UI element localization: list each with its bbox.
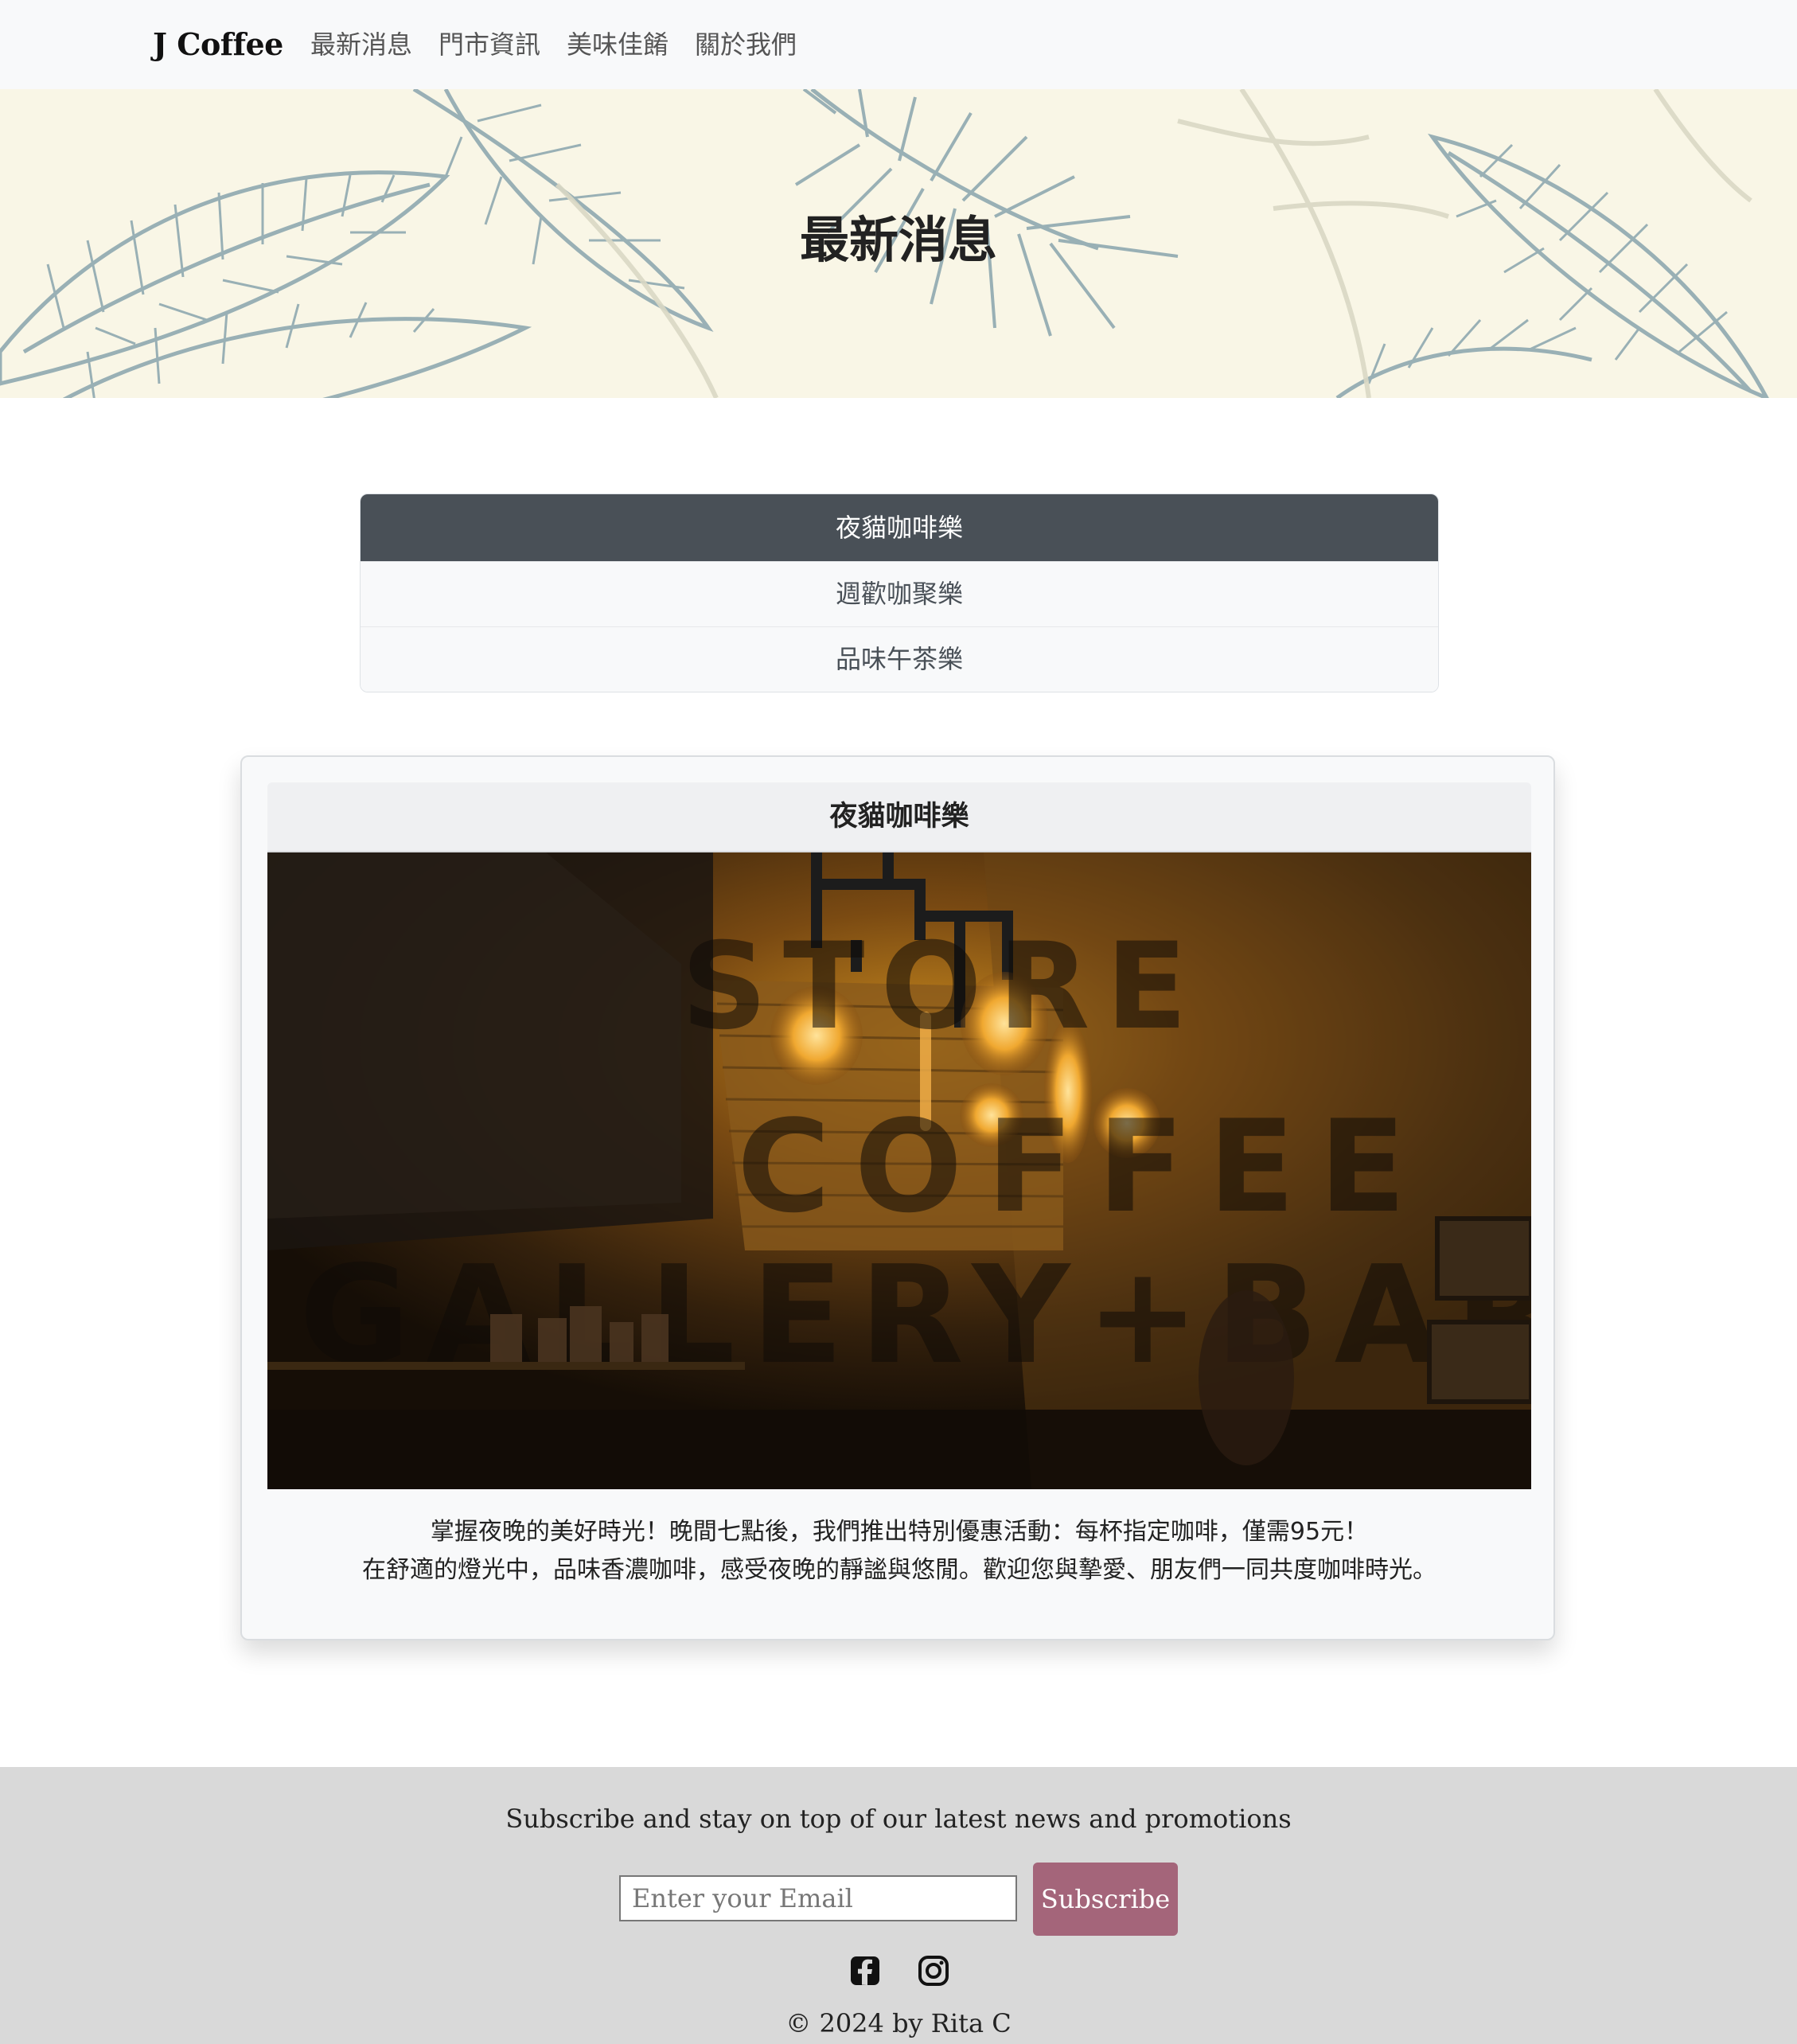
tab-afternoon-tea[interactable]: 品味午茶樂 — [361, 626, 1438, 692]
top-navbar: J Coffee 最新消息 門市資訊 美味佳餚 關於我們 — [0, 0, 1797, 89]
svg-text:COFFEE: COFFEE — [737, 1092, 1430, 1241]
news-tab-list: 夜貓咖啡樂 週歡咖聚樂 品味午茶樂 — [360, 493, 1439, 692]
card-title: 夜貓咖啡樂 — [267, 782, 1531, 852]
card-text-line-2: 在舒適的燈光中，品味香濃咖啡，感受夜晚的靜謐與悠閒。歡迎您與摯愛、朋友們一同共度… — [362, 1556, 1436, 1584]
tab-weekend-coffee-gathering[interactable]: 週歡咖聚樂 — [361, 561, 1438, 626]
site-footer: Subscribe and stay on top of our latest … — [0, 1767, 1797, 2044]
copyright-text: © 2024 by Rita C — [785, 2008, 1012, 2038]
tab-night-owl-coffee[interactable]: 夜貓咖啡樂 — [361, 494, 1438, 561]
instagram-icon[interactable] — [918, 1955, 949, 1987]
svg-text:STORE: STORE — [681, 918, 1203, 1056]
card-description: 掌握夜晚的美好時光！晚間七點後，我們推出特別優惠活動：每杯指定咖啡，僅需95元！… — [242, 1513, 1557, 1590]
page-title: 最新消息 — [799, 211, 997, 269]
subscribe-button[interactable]: Subscribe — [1033, 1863, 1178, 1936]
card-text-line-1: 掌握夜晚的美好時光！晚間七點後，我們推出特別優惠活動：每杯指定咖啡，僅需95元！ — [430, 1518, 1369, 1546]
subscribe-tagline: Subscribe and stay on top of our latest … — [505, 1804, 1292, 1834]
brand-logo[interactable]: J Coffee — [153, 21, 283, 68]
hero-banner: 最新消息 — [0, 89, 1797, 398]
facebook-icon[interactable] — [849, 1955, 881, 1987]
news-card: 夜貓咖啡樂 STORE COFFEE GALLERY+BAR 掌握夜晚的美好時光… — [240, 755, 1555, 1640]
nav-link-menu[interactable]: 美味佳餚 — [567, 24, 669, 65]
nav-link-news[interactable]: 最新消息 — [310, 24, 412, 65]
email-input[interactable] — [619, 1875, 1017, 1921]
svg-text:GALLERY+BAR: GALLERY+BAR — [299, 1237, 1531, 1395]
cafe-interior-photo: STORE COFFEE GALLERY+BAR — [267, 852, 1531, 1489]
nav-link-stores[interactable]: 門市資訊 — [439, 24, 540, 65]
nav-links: 最新消息 門市資訊 美味佳餚 關於我們 — [310, 24, 797, 65]
nav-link-about[interactable]: 關於我們 — [695, 24, 797, 65]
